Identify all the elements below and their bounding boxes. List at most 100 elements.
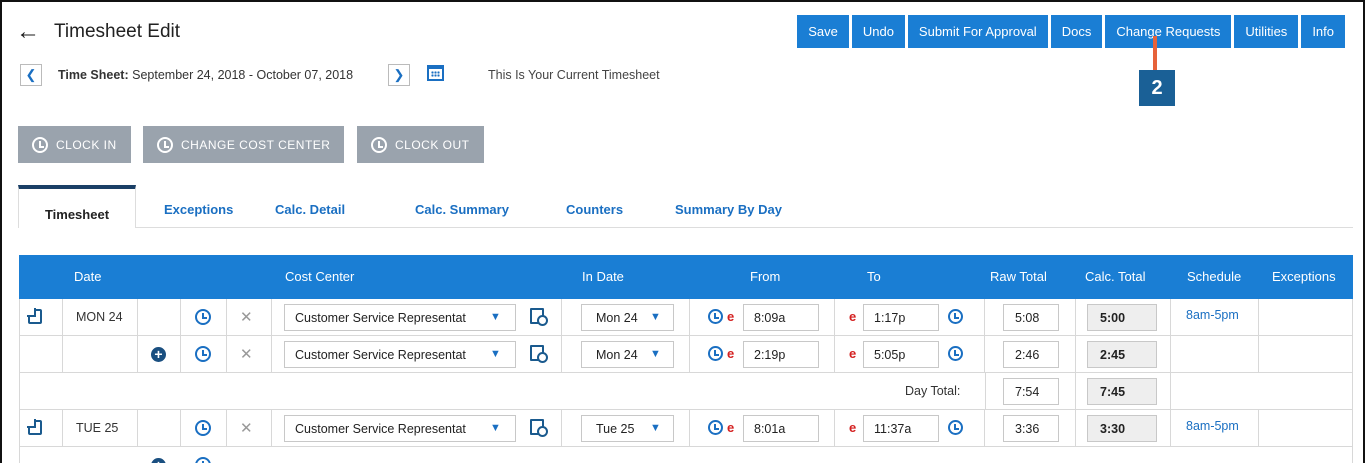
- clock-out-label: CLOCK OUT: [395, 137, 470, 152]
- table-row: MON 24 ✕ Customer Service Representat ▼ …: [19, 299, 1353, 336]
- col-cost-center: Cost Center: [285, 269, 355, 284]
- cost-center-select[interactable]: Customer Service Representat: [284, 341, 516, 368]
- clock-icon: [371, 136, 387, 153]
- tab-exceptions[interactable]: Exceptions: [164, 202, 233, 217]
- delete-icon[interactable]: ✕: [240, 345, 253, 363]
- edited-indicator: e: [849, 420, 857, 435]
- page-title: Timesheet Edit: [54, 21, 181, 42]
- clock-out-button[interactable]: CLOCK OUT: [357, 126, 484, 163]
- history-icon[interactable]: [195, 457, 211, 463]
- change-cost-center-label: CHANGE COST CENTER: [181, 137, 331, 152]
- edited-indicator: e: [727, 420, 735, 435]
- edit-icon[interactable]: [27, 308, 42, 324]
- col-date: Date: [74, 269, 102, 284]
- col-to: To: [867, 269, 881, 284]
- docs-button[interactable]: Docs: [1050, 15, 1103, 48]
- edited-indicator: e: [727, 309, 735, 324]
- clock-icon: [157, 136, 173, 153]
- calc-total-value: 2:45: [1087, 341, 1157, 368]
- col-calc-total: Calc. Total: [1085, 269, 1146, 284]
- table-row: TUE 25 ✕ Customer Service Representat ▼ …: [19, 410, 1353, 447]
- table-row: +: [19, 447, 1353, 463]
- timesheet-range-label: Time Sheet:: [58, 68, 129, 82]
- day-total-row: Day Total: 7:54 7:45: [19, 373, 1353, 410]
- to-time-input[interactable]: 11:37a: [863, 415, 939, 442]
- chevron-down-icon: ▼: [650, 311, 661, 323]
- grid-header: Date Cost Center In Date From To Raw Tot…: [19, 255, 1353, 299]
- punch-clock-icon[interactable]: [948, 420, 963, 435]
- chevron-down-icon: ▼: [490, 348, 501, 360]
- table-row: + ✕ Customer Service Representat ▼ Mon 2…: [19, 336, 1353, 373]
- current-timesheet-text: This Is Your Current Timesheet: [488, 68, 660, 82]
- to-time-input[interactable]: 1:17p: [863, 304, 939, 331]
- schedule-link[interactable]: 8am-5pm: [1186, 308, 1239, 322]
- from-time-input[interactable]: 8:01a: [743, 415, 819, 442]
- toolbar: Save Undo Submit For Approval Docs Chang…: [797, 15, 1345, 48]
- timesheet-range-dates: September 24, 2018 - October 07, 2018: [132, 68, 354, 82]
- clock-icon: [32, 136, 48, 153]
- row-date: MON 24: [76, 310, 123, 324]
- chevron-down-icon: ▼: [490, 422, 501, 434]
- col-in-date: In Date: [582, 269, 624, 284]
- utilities-button[interactable]: Utilities: [1234, 15, 1299, 48]
- tab-calc-summary[interactable]: Calc. Summary: [415, 202, 509, 217]
- in-date-value: Mon 24: [596, 348, 638, 362]
- tab-timesheet[interactable]: Timesheet: [18, 185, 136, 228]
- edited-indicator: e: [849, 309, 857, 324]
- schedule-link[interactable]: 8am-5pm: [1186, 419, 1239, 433]
- tab-bar: Timesheet Exceptions Calc. Detail Calc. …: [18, 185, 1353, 228]
- punch-clock-icon[interactable]: [948, 346, 963, 361]
- history-icon[interactable]: [195, 346, 211, 362]
- chevron-down-icon: ▼: [650, 348, 661, 360]
- cost-center-select[interactable]: Customer Service Representat: [284, 415, 516, 442]
- next-period-button[interactable]: ❯: [388, 64, 410, 86]
- save-button[interactable]: Save: [797, 15, 849, 48]
- col-exceptions: Exceptions: [1272, 269, 1336, 284]
- change-requests-button[interactable]: Change Requests: [1105, 15, 1232, 48]
- col-raw-total: Raw Total: [990, 269, 1047, 284]
- punch-clock-icon[interactable]: [708, 346, 723, 361]
- callout-badge: 2: [1139, 70, 1175, 106]
- day-total-label: Day Total:: [905, 384, 961, 398]
- submit-for-approval-button[interactable]: Submit For Approval: [907, 15, 1048, 48]
- add-punch-icon[interactable]: +: [151, 458, 166, 463]
- undo-button[interactable]: Undo: [851, 15, 905, 48]
- from-time-input[interactable]: 2:19p: [743, 341, 819, 368]
- calc-total-value: 3:30: [1087, 415, 1157, 442]
- clock-in-button[interactable]: CLOCK IN: [18, 126, 131, 163]
- edited-indicator: e: [849, 346, 857, 361]
- cost-center-select[interactable]: Customer Service Representat: [284, 304, 516, 331]
- back-arrow-icon[interactable]: ←: [16, 20, 40, 44]
- tab-counters[interactable]: Counters: [566, 202, 623, 217]
- callout-pointer: [1153, 36, 1157, 70]
- previous-period-button[interactable]: ❮: [20, 64, 42, 86]
- calendar-icon[interactable]: [427, 65, 444, 81]
- in-date-value: Tue 25: [596, 422, 635, 436]
- from-time-input[interactable]: 8:09a: [743, 304, 819, 331]
- tab-calc-detail[interactable]: Calc. Detail: [275, 202, 345, 217]
- punch-clock-icon[interactable]: [708, 420, 723, 435]
- raw-total-value: 2:46: [1003, 341, 1059, 368]
- timesheet-range: Time Sheet: September 24, 2018 - October…: [58, 68, 353, 82]
- lookup-icon[interactable]: [530, 419, 548, 437]
- punch-clock-icon[interactable]: [948, 309, 963, 324]
- history-icon[interactable]: [195, 420, 211, 436]
- info-button[interactable]: Info: [1301, 15, 1345, 48]
- timesheet-edit-screen: ← Timesheet Edit Save Undo Submit For Ap…: [0, 0, 1365, 463]
- to-time-input[interactable]: 5:05p: [863, 341, 939, 368]
- delete-icon[interactable]: ✕: [240, 308, 253, 326]
- delete-icon[interactable]: ✕: [240, 419, 253, 437]
- history-icon[interactable]: [195, 309, 211, 325]
- punch-clock-icon[interactable]: [708, 309, 723, 324]
- edit-icon[interactable]: [27, 419, 42, 435]
- raw-total-value: 3:36: [1003, 415, 1059, 442]
- tab-summary-by-day[interactable]: Summary By Day: [675, 202, 782, 217]
- add-punch-icon[interactable]: +: [151, 347, 166, 362]
- col-from: From: [750, 269, 781, 284]
- col-schedule: Schedule: [1187, 269, 1242, 284]
- calc-total-value: 5:00: [1087, 304, 1157, 331]
- change-cost-center-button[interactable]: CHANGE COST CENTER: [143, 126, 345, 163]
- lookup-icon[interactable]: [530, 308, 548, 326]
- lookup-icon[interactable]: [530, 345, 548, 363]
- cost-center-value: Customer Service Representat: [295, 311, 466, 325]
